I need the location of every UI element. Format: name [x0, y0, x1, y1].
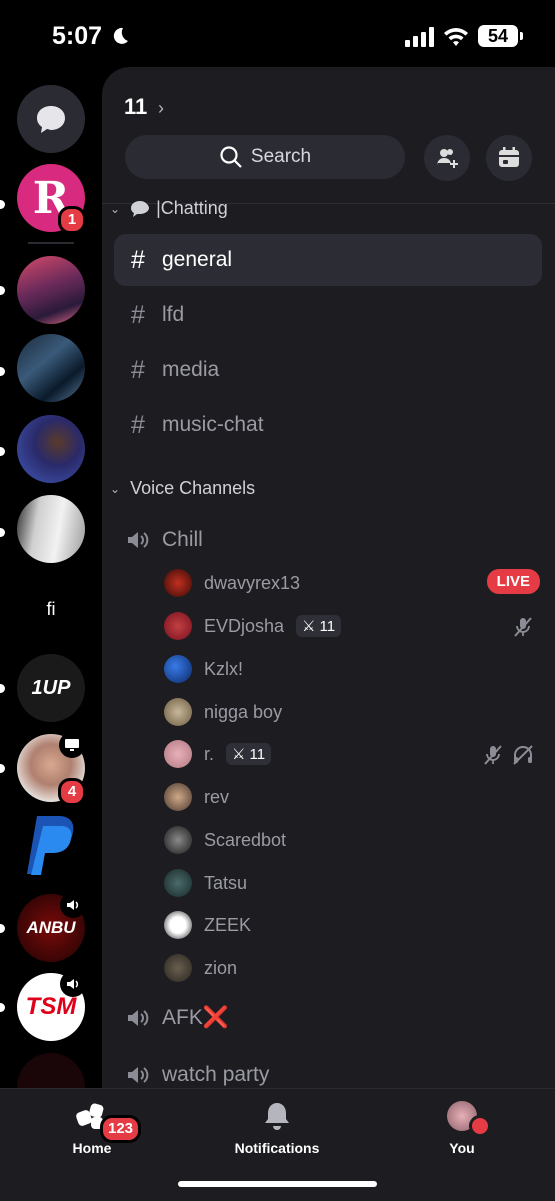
sword-icon: ⚔ — [302, 618, 316, 635]
avatar — [164, 612, 192, 640]
muted-mic-icon — [514, 617, 532, 637]
home-badge: 123 — [100, 1115, 142, 1143]
server-icon-4[interactable] — [17, 415, 85, 483]
avatar — [164, 911, 192, 939]
home-indicator — [178, 1181, 377, 1187]
voice-user[interactable]: Kzlx! — [164, 651, 534, 687]
status-bar: 5:07 54 — [0, 0, 555, 70]
dnd-status-icon — [469, 1115, 491, 1137]
direct-messages-button[interactable] — [17, 85, 85, 153]
server-tag: ⚔ 11 — [226, 743, 272, 765]
voice-user[interactable]: r. ⚔ 11 — [164, 736, 534, 772]
locked-hashtag-icon: # — [131, 410, 145, 439]
unread-pill — [0, 528, 5, 537]
category-voice-channels[interactable]: ⌄ Voice Channels — [110, 478, 255, 499]
unread-pill — [0, 200, 5, 209]
voice-user[interactable]: nigga boy — [164, 694, 534, 730]
avatar — [164, 783, 192, 811]
deafened-icon — [513, 745, 533, 765]
server-icon-fi[interactable]: fi — [17, 575, 85, 643]
events-button[interactable] — [486, 135, 532, 181]
server-icon-heartbeat[interactable] — [17, 1053, 85, 1088]
chevron-down-icon: ⌄ — [110, 201, 121, 216]
avatar — [164, 869, 192, 897]
moon-icon — [113, 27, 128, 44]
voice-user[interactable]: rev — [164, 779, 534, 815]
voice-user[interactable]: dwavyrex13 LIVE — [164, 565, 540, 601]
chat-bubble-icon — [37, 106, 65, 133]
voice-channel-watch-party[interactable]: watch party — [114, 1055, 269, 1088]
bell-icon — [265, 1103, 289, 1130]
voice-channel-chill[interactable]: Chill — [114, 520, 203, 560]
red-x-emoji: ❌ — [202, 1006, 229, 1029]
sword-icon: ⚔ — [232, 746, 246, 763]
channel-music-chat[interactable]: # music-chat — [114, 399, 542, 451]
server-icon-1up[interactable]: 1UP — [17, 654, 85, 722]
nav-you[interactable]: You — [402, 1101, 522, 1156]
nav-home[interactable]: Home 123 — [32, 1101, 152, 1156]
voice-user[interactable]: EVDjosha ⚔ 11 — [164, 608, 534, 644]
unread-pill — [0, 764, 5, 773]
hashtag-icon: # — [131, 245, 145, 274]
muted-mic-icon — [484, 745, 502, 765]
server-title[interactable]: 11 — [124, 94, 147, 120]
speaker-icon — [60, 971, 86, 997]
server-rail[interactable]: R 1 fi 1UP 4 ANBU TSM — [0, 70, 102, 1088]
unread-pill — [0, 684, 5, 693]
server-tag: ⚔ 11 — [296, 615, 342, 637]
channel-media[interactable]: # media — [114, 344, 542, 396]
voice-user[interactable]: Tatsu — [164, 865, 534, 901]
chat-bubble-icon — [131, 200, 150, 217]
add-user-icon — [437, 149, 458, 168]
unread-pill — [0, 924, 5, 933]
chevron-right-icon[interactable]: › — [158, 98, 164, 119]
avatar — [164, 954, 192, 982]
category-chatting[interactable]: ⌄ |Chatting — [110, 198, 228, 219]
calendar-icon — [499, 147, 519, 167]
mention-badge: 4 — [58, 778, 86, 806]
unread-pill — [0, 447, 5, 456]
avatar — [164, 740, 192, 768]
unread-pill — [0, 286, 5, 295]
search-icon — [220, 146, 242, 168]
server-icon-5[interactable] — [17, 495, 85, 563]
channel-lfd[interactable]: # lfd — [114, 289, 542, 341]
wifi-icon — [444, 28, 468, 46]
battery-indicator: 54 — [478, 25, 523, 47]
signal-icon — [405, 27, 434, 47]
server-icon-paypal[interactable] — [17, 814, 85, 882]
hashtag-icon: # — [131, 355, 145, 384]
server-icon-2[interactable] — [17, 256, 85, 324]
clock: 5:07 — [52, 22, 103, 50]
hashtag-icon: # — [131, 300, 145, 329]
voice-user[interactable]: Scaredbot — [164, 822, 534, 858]
avatar — [164, 655, 192, 683]
speaker-icon — [128, 1067, 149, 1083]
channel-general[interactable]: # general — [114, 234, 542, 286]
screen-share-icon — [59, 732, 85, 758]
paypal-logo-icon — [27, 816, 74, 875]
speaker-icon — [60, 892, 86, 918]
unread-pill — [0, 1003, 5, 1012]
avatar — [164, 569, 192, 597]
nav-notifications[interactable]: Notifications — [217, 1101, 337, 1156]
voice-user[interactable]: zion — [164, 950, 534, 986]
chevron-down-icon: ⌄ — [110, 481, 121, 496]
unread-pill — [0, 367, 5, 376]
speaker-icon — [128, 1010, 149, 1026]
search-button[interactable]: Search — [125, 135, 405, 179]
live-badge: LIVE — [486, 569, 540, 594]
speaker-icon — [128, 532, 149, 548]
mention-badge: 1 — [58, 206, 86, 234]
rail-divider — [28, 242, 74, 244]
server-icon-3[interactable] — [17, 334, 85, 402]
avatar — [164, 826, 192, 854]
avatar — [164, 698, 192, 726]
avatar — [447, 1101, 491, 1137]
channel-panel: 11 › Search ⌄ |Chatting # general # lfd # m… — [102, 67, 555, 1088]
voice-channel-afk[interactable]: AFK ❌ — [114, 998, 229, 1038]
invite-members-button[interactable] — [424, 135, 470, 181]
voice-user[interactable]: ZEEK — [164, 907, 534, 943]
